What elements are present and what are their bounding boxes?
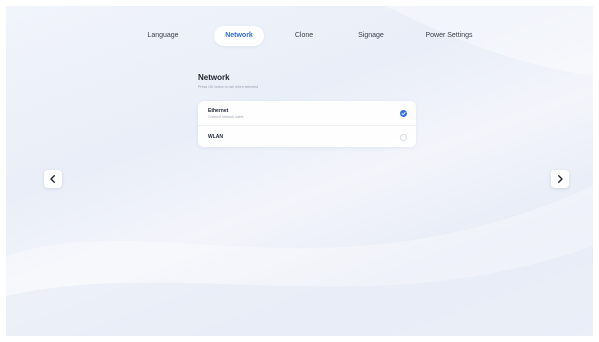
tab-signage[interactable]: Signage [343,26,399,46]
tab-power-settings[interactable]: Power Settings [417,26,481,46]
section-hint: Press OK button to set when selected [198,85,259,89]
section-title: Network [198,73,230,82]
background-wave [6,6,593,336]
tab-language[interactable]: Language [138,26,188,46]
network-options-card: Ethernet Connect network cable WLAN [198,101,416,147]
tab-network[interactable]: Network [214,26,264,46]
chevron-right-icon [558,175,563,183]
setup-screen: Language Network Clone Signage Power Set… [6,6,593,336]
chevron-left-icon [50,175,55,183]
top-tab-bar: Language Network Clone Signage Power Set… [6,26,593,48]
option-label: WLAN [208,134,223,140]
next-button[interactable] [551,170,569,188]
option-ethernet[interactable]: Ethernet Connect network cable [198,101,416,125]
check-icon[interactable] [400,110,407,117]
tab-clone[interactable]: Clone [282,26,326,46]
radio-unselected-icon[interactable] [400,134,407,141]
option-label: Ethernet [208,108,229,114]
option-description: Connect network cable [208,115,244,119]
option-wlan[interactable]: WLAN [198,125,416,148]
previous-button[interactable] [44,170,62,188]
